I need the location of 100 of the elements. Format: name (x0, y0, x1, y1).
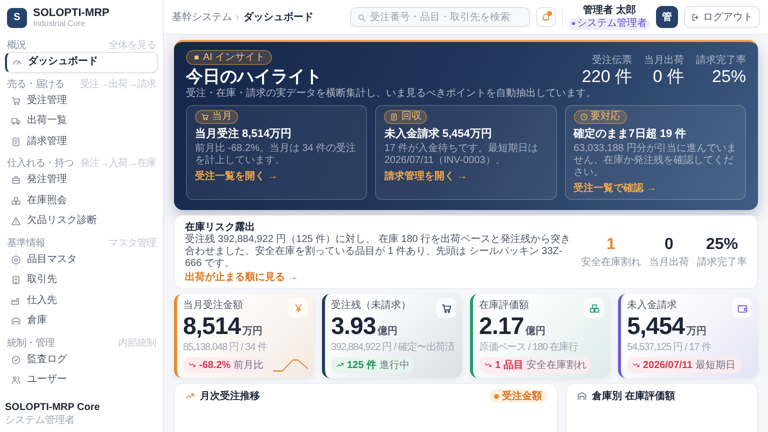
section-hint: 全体を見る (108, 39, 156, 52)
insight-text: 63,033,188 円分が引当に進んでいません。在庫か発注残を確認してください。 (574, 143, 737, 180)
notification-button[interactable] (536, 7, 556, 27)
insight-link[interactable]: 請求管理を開く → (384, 169, 468, 184)
wallet-icon (736, 302, 748, 314)
sidebar-item[interactable]: 請求管理 (5, 132, 158, 152)
kpi-label: 未入金請求 (627, 298, 677, 312)
bag-icon (11, 175, 21, 186)
risk-stat-value: 25% (706, 236, 738, 255)
section-hint: 受注→出荷→請求 (80, 78, 156, 91)
panel-title: 月次受注推移 (185, 389, 260, 404)
truck-icon (11, 116, 21, 126)
users-icon (11, 375, 21, 386)
sidebar-item[interactable]: 欠品リスク診断 (5, 211, 158, 232)
breadcrumb-item[interactable]: 基幹システム (172, 10, 232, 24)
building-icon (11, 275, 21, 286)
hexagon-icon (11, 254, 21, 265)
sidebar-item[interactable]: 出荷一覧 (5, 111, 158, 132)
insight-title: 未入金請求 5,454万円 (384, 126, 492, 142)
ai-badge: AI インサイト (186, 50, 272, 65)
risk-stat-label: 請求完了率 (697, 256, 747, 269)
kpi-label: 当月受注金額 (183, 298, 243, 312)
kpi-unit: 万円 (242, 325, 263, 338)
section-hint: 内部統制 (118, 336, 156, 350)
trend-chip: 2026/07/11 最短期日 (627, 357, 740, 374)
footer-role: システム管理者 (5, 414, 76, 427)
yen-icon (292, 302, 304, 314)
kpi-value: 3.93 (331, 315, 376, 340)
hero-subtitle: 受注・在庫・請求の実データを横断集計し、いま見るべきポイントを自動抽出しています。 (186, 87, 597, 100)
kpi-value: 8,514 (183, 315, 241, 340)
trend-down-icon (484, 361, 492, 370)
sidebar-item[interactable]: 発注管理 (5, 170, 158, 191)
bell-icon (541, 12, 551, 22)
stat-value: 25% (712, 67, 746, 88)
document-icon (11, 136, 21, 147)
section-title: 概況 (7, 39, 26, 52)
hero-title: 今日のハイライト (186, 67, 322, 88)
footer-name: SOLOPTI-MRP Core (5, 402, 101, 413)
sidebar-item[interactable]: ユーザー (5, 370, 158, 391)
trend-chip: -68.2% 前月比 (183, 357, 269, 374)
kpi-subtext: 85,138,048 円 / 34 件 (183, 341, 268, 354)
cart-icon (11, 96, 21, 106)
logout-button[interactable]: ログアウト (684, 6, 760, 28)
panel-title: 倉庫別 在庫評価額 (577, 389, 675, 404)
cart-icon (201, 113, 209, 122)
section-title: 基準情報 (7, 236, 45, 250)
trend-chip: 1 品目 安全在庫割れ (479, 357, 592, 374)
trend-down-icon (188, 361, 196, 370)
user-name: 管理者 太郎 (583, 4, 636, 16)
insight-tag: 要対応 (574, 110, 627, 124)
risk-text: 受注残 392,884,922 円（125 件）に対し、 在庫 180 行を出荷ペースと発注残から突き合わせました。安全在庫を割っている品目が 1 件あり、先頭は シールパッキン 33Z-666 です。 (185, 234, 571, 270)
sidebar-item[interactable]: 受注管理 (5, 90, 158, 112)
breadcrumb-item: ダッシュボード (243, 10, 314, 24)
legend-label: 受注金額 (489, 389, 547, 404)
role-badge: システム管理者 (569, 18, 650, 30)
stat-value: 220 件 (582, 67, 632, 88)
risk-stat-label: 安全在庫割れ (581, 256, 641, 269)
sidebar-item[interactable]: 監査ログ (5, 350, 158, 370)
section-title: 売る・届ける (7, 78, 64, 91)
sidebar-item[interactable]: 仕入先 (5, 290, 158, 312)
section-hint: マスタ管理 (108, 236, 156, 250)
warehouse-icon (577, 391, 587, 402)
risk-stat-value: 1 (606, 236, 616, 255)
factory-icon (11, 296, 21, 306)
sidebar-item[interactable]: 取引先 (5, 270, 158, 291)
stat-value: 0 件 (652, 67, 684, 88)
insight-tag: 回収 (384, 110, 428, 124)
risk-stat-label: 当月出荷 (649, 256, 689, 269)
sidebar-item[interactable]: 品目マスタ (5, 250, 158, 270)
insight-title: 確定のまま7日超 19 件 (574, 126, 686, 142)
insight-tag: 当月 (195, 110, 238, 124)
insight-text: 前月比 -68.2%。当月は 34 件の受注を計上しています。 (195, 143, 358, 168)
trend-down-icon (632, 361, 640, 370)
boxes-icon (11, 196, 21, 206)
square-icon (193, 54, 200, 61)
insight-link[interactable]: 受注一覧を開く → (195, 169, 278, 184)
logo: S (7, 8, 27, 28)
kpi-label: 受注残（未請求） (331, 298, 411, 312)
insight-link[interactable]: 受注一覧で確認 → (574, 181, 656, 196)
trend-chip: 125 件 進行中 (331, 357, 414, 374)
logout-icon (691, 12, 700, 22)
warning-icon (11, 216, 21, 226)
insight-text: 17 件が入金待ちです。最短期日は 2026/07/11（INV-0003）。 (384, 143, 540, 168)
sidebar-item[interactable]: ダッシュボード (5, 52, 158, 73)
stat-label: 受注伝票 (592, 54, 632, 67)
risk-title: 在庫リスク露出 (185, 220, 255, 234)
kpi-subtext: 54,537,125 円 / 17 件 (627, 341, 712, 354)
sidebar-item[interactable]: 倉庫 (5, 311, 158, 332)
stat-label: 請求完了率 (696, 54, 746, 67)
section-title: 統制・管理 (7, 336, 54, 350)
risk-stat-value: 0 (664, 236, 674, 255)
trend-up-icon (336, 361, 344, 370)
sidebar-item[interactable]: 在庫照会 (5, 190, 158, 212)
boxes-icon (588, 302, 600, 314)
search-icon (357, 12, 366, 22)
section-hint: 発注→入荷→在庫 (80, 157, 156, 170)
warehouse-icon (11, 316, 21, 326)
document-icon (390, 113, 398, 122)
kpi-label: 在庫評価額 (479, 298, 529, 312)
brand-subtitle: Industrial Core (33, 19, 86, 28)
